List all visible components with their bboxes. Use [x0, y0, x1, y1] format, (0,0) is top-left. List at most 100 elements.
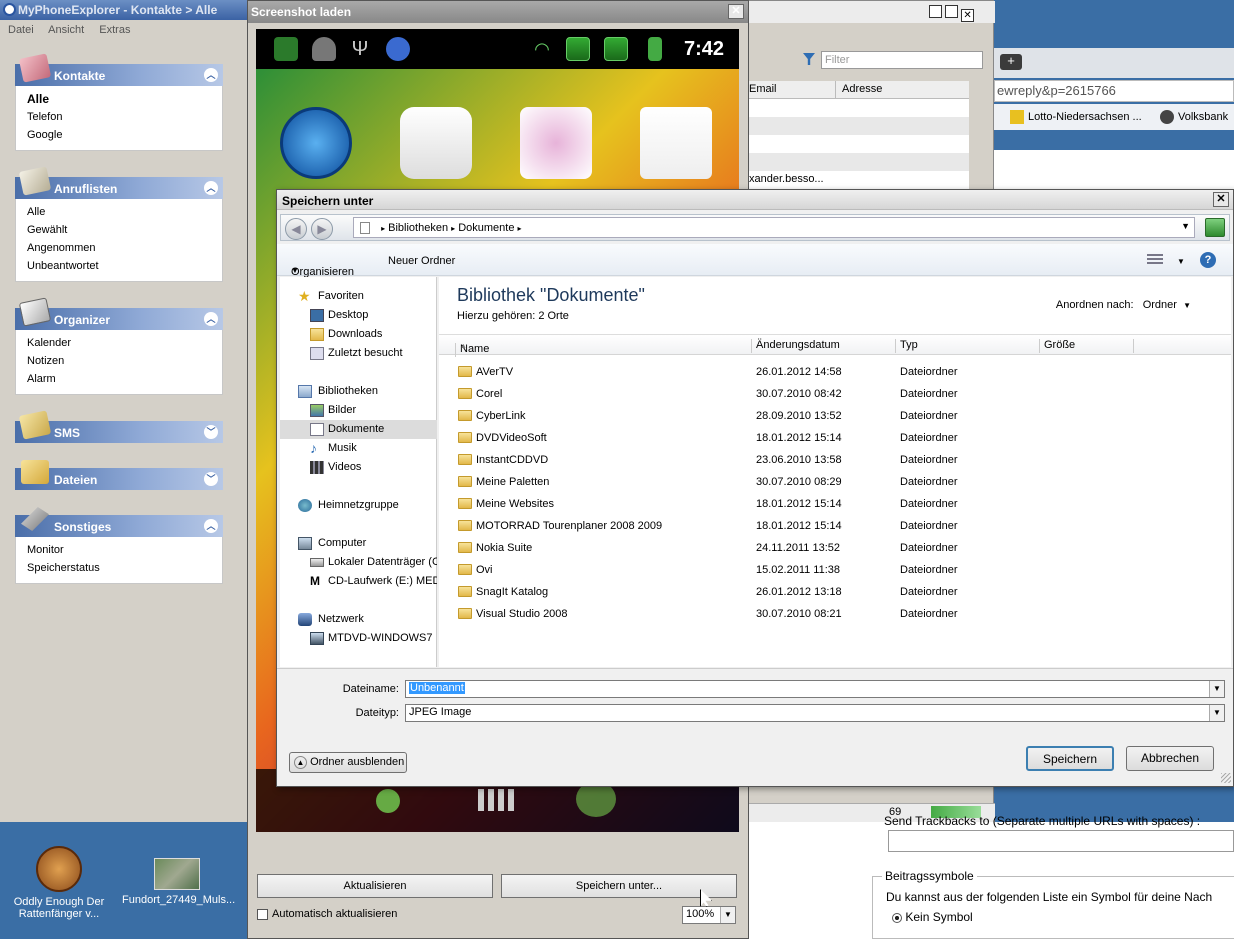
chevron-up-icon[interactable]: ︿	[204, 312, 218, 326]
zoom-select[interactable]: 100% ▼	[682, 906, 736, 924]
nav-item-notizen[interactable]: Notizen	[27, 352, 222, 370]
chevron-down-icon[interactable]: ▼	[1209, 681, 1224, 697]
help-icon[interactable]: ?	[1200, 252, 1216, 268]
window-controls[interactable]: ✕	[929, 5, 991, 22]
nav-desktop[interactable]: Desktop	[280, 306, 437, 325]
chevron-down-icon[interactable]: ▼	[720, 907, 735, 923]
table-row[interactable]: Nokia Suite 24.11.2011 13:52 Dateiordner	[439, 537, 1231, 559]
arrange-by[interactable]: Anordnen nach: Ordner ▼	[1056, 299, 1191, 311]
group-header-anruflisten[interactable]: Anruflisten ︿	[15, 166, 223, 199]
group-header-sms[interactable]: SMS ﹀	[15, 410, 223, 443]
chevron-down-icon[interactable]: ﹀	[204, 425, 218, 439]
col-adresse[interactable]: Adresse	[835, 81, 967, 99]
nav-item-telefon[interactable]: Telefon	[27, 108, 222, 126]
url-bar[interactable]: ewreply&p=2615766	[994, 80, 1234, 102]
group-header-organizer[interactable]: Organizer ︿	[15, 297, 223, 330]
col-aenderungsdatum[interactable]: Änderungsdatum	[751, 339, 840, 353]
nav-zuletzt-besucht[interactable]: Zuletzt besucht	[280, 344, 437, 363]
table-row[interactable]: CyberLink 28.09.2010 13:52 Dateiordner	[439, 405, 1231, 427]
chevron-down-icon[interactable]: ▼	[1177, 257, 1185, 266]
col-email[interactable]: Email	[749, 83, 777, 95]
chevron-down-icon[interactable]: ▼	[1209, 705, 1224, 721]
table-row[interactable]: InstantCDDVD 23.06.2010 13:58 Dateiordner	[439, 449, 1231, 471]
minimize-icon[interactable]	[929, 5, 942, 18]
nav-cd-laufwerk[interactable]: M CD-Laufwerk (E:) MED	[280, 572, 437, 591]
col-typ[interactable]: Typ	[895, 339, 918, 353]
nav-netzwerk[interactable]: Netzwerk	[280, 610, 437, 629]
group-header-kontakte[interactable]: Kontakte ︿	[15, 53, 223, 86]
table-row[interactable]: MOTORRAD Tourenplaner 2008 2009 18.01.201…	[439, 515, 1231, 537]
table-row[interactable]: Ovi 15.02.2011 11:38 Dateiordner	[439, 559, 1231, 581]
chevron-down-icon[interactable]: ▼	[1183, 301, 1191, 310]
view-icon[interactable]	[1147, 254, 1163, 266]
nav-computer[interactable]: Computer	[280, 534, 437, 553]
filetype-select[interactable]: JPEG Image ▼	[405, 704, 1225, 722]
desktop-icon-rattenfaenger[interactable]: Oddly Enough Der Rattenfänger v...	[4, 846, 114, 920]
breadcrumb-bibliotheken[interactable]: Bibliotheken	[388, 222, 448, 234]
menu-ansicht[interactable]: Ansicht	[48, 24, 84, 36]
nav-bibliotheken[interactable]: Bibliotheken	[280, 382, 437, 401]
table-row[interactable]: SnagIt Katalog 26.01.2012 13:18 Dateiordne…	[439, 581, 1231, 603]
breadcrumb[interactable]: ▸ Bibliotheken ▸ Dokumente ▸ ▼	[353, 217, 1195, 238]
nav-item-alle-anrufe[interactable]: Alle	[27, 203, 222, 221]
filename-input[interactable]: Unbenannt ▼	[405, 680, 1225, 698]
trackback-input[interactable]	[888, 830, 1234, 852]
table-row[interactable]: Meine Websites 18.01.2012 15:14 Dateiordne…	[439, 493, 1231, 515]
nav-dokumente[interactable]: Dokumente	[280, 420, 437, 439]
chevron-down-icon[interactable]: ﹀	[204, 472, 218, 486]
refresh-icon[interactable]	[1205, 218, 1225, 237]
nav-downloads[interactable]: Downloads	[280, 325, 437, 344]
nav-item-speicherstatus[interactable]: Speicherstatus	[27, 559, 222, 577]
nav-item-alle[interactable]: Alle	[27, 90, 222, 108]
table-row[interactable]: Corel 30.07.2010 08:42 Dateiordner	[439, 383, 1231, 405]
arrange-value[interactable]: Ordner	[1143, 299, 1177, 311]
bookmark-lotto[interactable]: Lotto-Niedersachsen ...	[1010, 110, 1142, 124]
forward-icon[interactable]: ▶	[311, 218, 333, 240]
nav-item-kalender[interactable]: Kalender	[27, 334, 222, 352]
nav-heimnetzgruppe[interactable]: Heimnetzgruppe	[280, 496, 437, 515]
group-header-sonstiges[interactable]: Sonstiges ︿	[15, 507, 223, 537]
close-icon[interactable]: ✕	[961, 9, 975, 22]
save-button[interactable]: Speichern	[1026, 746, 1114, 771]
nav-musik[interactable]: ♪ Musik	[280, 439, 437, 458]
hide-folders-button[interactable]: ▲ Ordner ausblenden	[289, 752, 407, 773]
nav-item-unbeantwortet[interactable]: Unbeantwortet	[27, 257, 222, 275]
close-icon[interactable]: ✕	[1213, 192, 1229, 207]
contact-email-cell[interactable]: xander.besso...	[749, 173, 824, 185]
cancel-button[interactable]: Abbrechen	[1126, 746, 1214, 771]
table-row[interactable]: Meine Paletten 30.07.2010 08:29 Dateiordne…	[439, 471, 1231, 493]
close-icon[interactable]: ✕	[728, 4, 744, 19]
nav-favoriten[interactable]: ★ Favoriten	[280, 287, 437, 306]
nav-item-gewaehlt[interactable]: Gewählt	[27, 221, 222, 239]
nav-mtdvd-windows7[interactable]: MTDVD-WINDOWS7	[280, 629, 437, 648]
maximize-icon[interactable]	[945, 5, 959, 18]
col-name[interactable]: Name ▲	[451, 339, 489, 357]
radio-kein-symbol[interactable]: Kein Symbol	[892, 910, 973, 924]
table-row[interactable]: Visual Studio 2008 30.07.2010 08:21 Dateio…	[439, 603, 1231, 625]
chevron-up-icon[interactable]: ︿	[204, 181, 218, 195]
filter-input[interactable]: Filter	[821, 51, 983, 69]
neuer-ordner-button[interactable]: Neuer Ordner	[388, 255, 455, 267]
chevron-up-icon[interactable]: ︿	[204, 519, 218, 533]
chevron-down-icon[interactable]: ▼	[1181, 221, 1190, 231]
group-header-dateien[interactable]: Dateien ﹀	[15, 460, 223, 490]
nav-item-alarm[interactable]: Alarm	[27, 370, 222, 388]
chevron-up-icon[interactable]: ︿	[204, 68, 218, 82]
auto-refresh-checkbox[interactable]: Automatisch aktualisieren	[257, 908, 397, 920]
nav-lokaler-datentraeger[interactable]: Lokaler Datenträger (C	[280, 553, 437, 572]
resize-grip-icon[interactable]	[1221, 773, 1231, 783]
nav-videos[interactable]: Videos	[280, 458, 437, 477]
nav-item-monitor[interactable]: Monitor	[27, 541, 222, 559]
desktop-icon-fundort[interactable]: Fundort_27449_Muls...	[122, 858, 235, 906]
back-icon[interactable]: ◀	[285, 218, 307, 240]
col-groesse[interactable]: Größe	[1039, 339, 1075, 353]
new-tab-button[interactable]: +	[1000, 54, 1022, 70]
nav-item-google[interactable]: Google	[27, 126, 222, 144]
table-row[interactable]: AVerTV 26.01.2012 14:58 Dateiordner	[439, 361, 1231, 383]
table-row[interactable]: DVDVideoSoft 18.01.2012 15:14 Dateiordner	[439, 427, 1231, 449]
nav-bilder[interactable]: Bilder	[280, 401, 437, 420]
bookmark-volksbank[interactable]: Volksbank	[1160, 110, 1228, 124]
aktualisieren-button[interactable]: Aktualisieren	[257, 874, 493, 898]
menu-extras[interactable]: Extras	[99, 24, 130, 36]
nav-item-angenommen[interactable]: Angenommen	[27, 239, 222, 257]
